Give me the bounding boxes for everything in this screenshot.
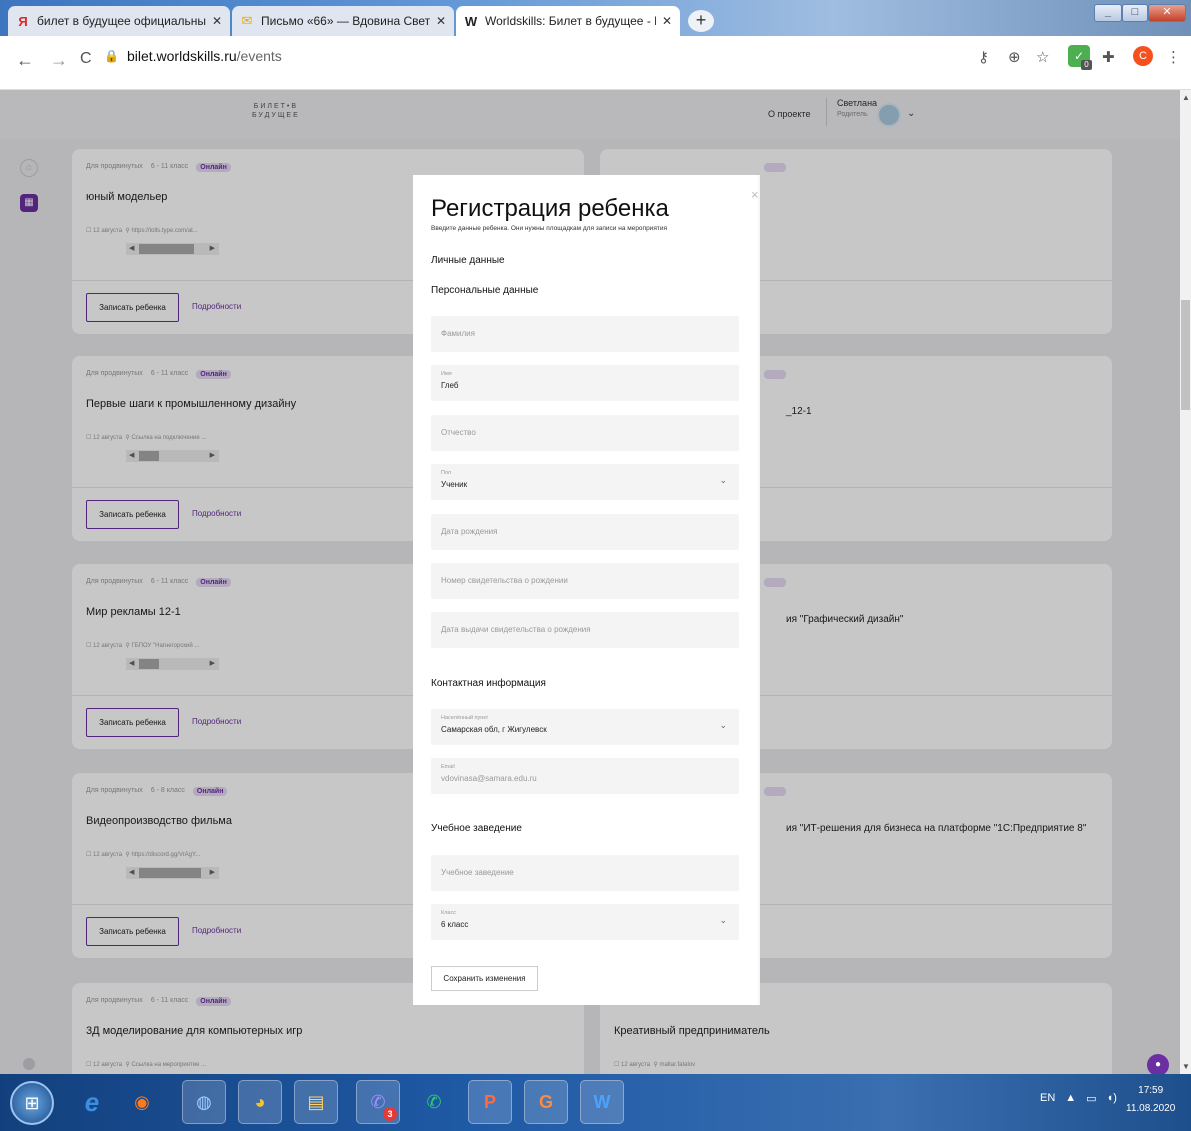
ie-icon[interactable]: e: [70, 1080, 114, 1124]
clock-date: 11.08.2020: [1126, 1103, 1176, 1114]
child-registration-modal: × Регистрация ребенка Введите данные реб…: [413, 175, 760, 1005]
save-changes-button[interactable]: Сохранить изменения: [431, 966, 538, 991]
placeholder: Дата выдачи свидетельства о рождения: [441, 625, 591, 634]
section-heading: Личные данные: [431, 255, 505, 266]
birthdate-field[interactable]: Дата рождения: [431, 514, 739, 550]
city-select[interactable]: Населённый пункт Самарская обл, г Жигуле…: [431, 709, 739, 745]
tab-mail[interactable]: ✉ Письмо «66» — Вдовина Светл ✕: [232, 6, 454, 36]
start-button[interactable]: ⊞: [10, 1081, 54, 1125]
bookmark-star-icon[interactable]: ☆: [1036, 48, 1049, 66]
birth-certificate-number-field[interactable]: Номер свидетельства о рождении: [431, 563, 739, 599]
url-field[interactable]: 🔒 bilet.worldskills.ru/events: [104, 44, 956, 68]
network-icon[interactable]: ▭: [1086, 1092, 1096, 1105]
powerpoint-icon[interactable]: P: [468, 1080, 512, 1124]
new-tab-button[interactable]: +: [688, 10, 714, 32]
field-label: Email: [441, 764, 455, 770]
extension-icon[interactable]: ✓ 0: [1068, 45, 1092, 70]
url-path: /events: [236, 48, 282, 64]
modal-title: Регистрация ребенка: [431, 195, 669, 222]
gender-select[interactable]: Пол Ученик ⌄: [431, 464, 739, 500]
address-toolbar: ← → C 🔒 bilet.worldskills.ru/events ⚷ ⊕ …: [0, 36, 1191, 90]
placeholder: Номер свидетельства о рождении: [441, 576, 568, 585]
system-tray: EN ▲ ▭ ◖): [1040, 1092, 1117, 1105]
minimize-button[interactable]: _: [1094, 4, 1122, 22]
language-indicator[interactable]: EN: [1040, 1092, 1055, 1105]
chevron-down-icon: ⌄: [719, 720, 727, 730]
whatsapp-icon[interactable]: ✆: [412, 1080, 456, 1124]
tab-worldskills[interactable]: W Worldskills: Билет в будущее - М ✕: [456, 6, 680, 36]
browser-icon[interactable]: ◍: [182, 1080, 226, 1124]
media-player-icon[interactable]: ◉: [120, 1080, 164, 1124]
field-value: 6 класс: [441, 920, 469, 929]
extension-badge: 0: [1081, 60, 1092, 70]
forward-icon[interactable]: →: [50, 50, 68, 71]
class-select[interactable]: Класс 6 класс ⌄: [431, 904, 739, 940]
chevron-down-icon: ⌄: [719, 915, 727, 925]
scroll-down-icon[interactable]: ▼: [1182, 1062, 1190, 1071]
school-field[interactable]: Учебное заведение: [431, 855, 739, 891]
maximize-button[interactable]: □: [1122, 4, 1148, 22]
viber-badge: 3: [383, 1107, 397, 1121]
email-field[interactable]: Email vdovinasa@samara.edu.ru: [431, 758, 739, 794]
chevron-down-icon: ⌄: [719, 475, 727, 485]
browser-tab-bar: Я билет в будущее официальный ✕ ✉ Письмо…: [0, 0, 1191, 36]
page-scrollbar[interactable]: ▲ ▼: [1180, 90, 1191, 1074]
placeholder: Отчество: [441, 428, 476, 437]
clock-time: 17:59: [1138, 1085, 1164, 1096]
field-value: Ученик: [441, 480, 468, 489]
close-tab-icon[interactable]: ✕: [436, 14, 446, 28]
zoom-icon[interactable]: ⊕: [1008, 48, 1021, 66]
scroll-up-icon[interactable]: ▲: [1182, 93, 1190, 102]
tab-title: Письмо «66» — Вдовина Светл: [261, 14, 430, 28]
clock[interactable]: 17:59 11.08.2020: [1126, 1082, 1175, 1118]
chat-icon[interactable]: ●: [1147, 1054, 1169, 1074]
url-host: bilet.worldskills.ru: [126, 48, 237, 64]
placeholder: Дата рождения: [441, 527, 498, 536]
surname-field[interactable]: Фамилия: [431, 316, 739, 352]
key-icon[interactable]: ⚷: [978, 48, 989, 66]
close-tab-icon[interactable]: ✕: [212, 14, 222, 28]
close-tab-icon[interactable]: ✕: [662, 14, 672, 28]
section-heading: Учебное заведение: [431, 823, 522, 834]
modal-scrollbar[interactable]: ▲ ▼: [758, 175, 760, 1005]
field-label: Имя: [441, 371, 452, 377]
section-heading: Персональные данные: [431, 285, 539, 296]
field-label: Пол: [441, 470, 452, 476]
volume-icon[interactable]: ◖): [1107, 1092, 1117, 1105]
field-label: Класс: [441, 910, 456, 916]
lock-icon: 🔒: [104, 49, 119, 63]
worldskills-icon: W: [464, 13, 478, 29]
birth-certificate-date-field[interactable]: Дата выдачи свидетельства о рождения: [431, 612, 739, 648]
name-field[interactable]: Имя Глеб: [431, 365, 739, 401]
section-heading: Контактная информация: [431, 678, 546, 689]
back-icon[interactable]: ←: [16, 50, 34, 71]
chrome-icon[interactable]: ◕: [238, 1080, 282, 1124]
puzzle-icon[interactable]: ✚: [1102, 48, 1115, 66]
patronymic-field[interactable]: Отчество: [431, 415, 739, 451]
pdf-icon[interactable]: G: [524, 1080, 568, 1124]
mail-icon: ✉: [241, 13, 253, 28]
modal-subtitle: Введите данные ребенка. Они нужны площад…: [431, 225, 667, 232]
field-value: Самарская обл, г Жигулевск: [441, 725, 547, 734]
tab-yandex[interactable]: Я билет в будущее официальный ✕: [8, 6, 230, 36]
placeholder: Фамилия: [441, 329, 475, 338]
menu-icon[interactable]: ⋮: [1166, 48, 1181, 66]
word-icon[interactable]: W: [580, 1080, 624, 1124]
profile-avatar[interactable]: C: [1133, 46, 1153, 66]
tray-arrow-icon[interactable]: ▲: [1065, 1092, 1076, 1105]
field-value: Глеб: [441, 381, 459, 390]
field-label: Населённый пункт: [441, 715, 489, 721]
close-window-button[interactable]: ✕: [1148, 4, 1186, 22]
placeholder: Учебное заведение: [441, 868, 514, 877]
page-scroll-thumb[interactable]: [1181, 300, 1190, 410]
explorer-icon[interactable]: ▤: [294, 1080, 338, 1124]
tab-title: Worldskills: Билет в будущее - М: [485, 14, 656, 28]
field-value: vdovinasa@samara.edu.ru: [441, 774, 537, 783]
tab-title: билет в будущее официальный: [37, 14, 206, 28]
windows-taskbar: ⊞ e ◉ ◍ ◕ ▤ ✆ 3 ✆ P G W EN ▲ ▭ ◖) 17:59 1…: [0, 1074, 1191, 1131]
yandex-icon: Я: [18, 13, 28, 29]
viber-icon[interactable]: ✆ 3: [356, 1080, 400, 1124]
reload-icon[interactable]: C: [80, 50, 92, 68]
